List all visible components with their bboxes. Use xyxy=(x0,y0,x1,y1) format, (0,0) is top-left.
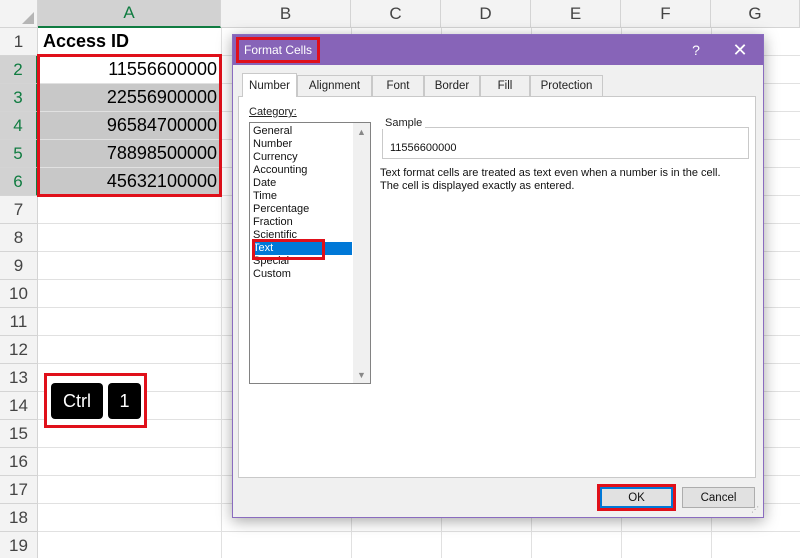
select-all-corner[interactable] xyxy=(0,0,38,28)
cell-a6[interactable]: 45632100000 xyxy=(39,168,221,195)
cancel-button[interactable]: Cancel xyxy=(682,487,755,508)
dialog-titlebar[interactable]: Format Cells ? ✕ xyxy=(233,35,763,65)
select-all-triangle-icon xyxy=(22,12,34,24)
resize-grip-icon[interactable]: ⋰ xyxy=(751,505,761,515)
category-general[interactable]: General xyxy=(252,125,352,138)
keyboard-shortcut-callout: Ctrl 1 xyxy=(44,373,147,428)
category-special[interactable]: Special xyxy=(252,255,352,268)
column-header-c[interactable]: C xyxy=(351,0,441,28)
row-header-12[interactable]: 12 xyxy=(0,336,38,364)
row-header-16[interactable]: 16 xyxy=(0,448,38,476)
chevron-down-icon[interactable]: ▼ xyxy=(353,366,370,383)
row-header-8[interactable]: 8 xyxy=(0,224,38,252)
one-key: 1 xyxy=(108,383,141,419)
category-label: Category: xyxy=(249,106,297,118)
sample-value: 11556600000 xyxy=(390,142,457,154)
column-header-a[interactable]: A xyxy=(38,0,221,28)
row-header-2[interactable]: 2 xyxy=(0,56,38,84)
ctrl-key: Ctrl xyxy=(51,383,103,419)
row-header-3[interactable]: 3 xyxy=(0,84,38,112)
row-header-14[interactable]: 14 xyxy=(0,392,38,420)
tab-alignment[interactable]: Alignment xyxy=(297,75,372,96)
category-listbox[interactable]: General Number Currency Accounting Date … xyxy=(249,122,371,384)
gridline xyxy=(38,531,800,532)
column-header-d[interactable]: D xyxy=(441,0,531,28)
tab-font[interactable]: Font xyxy=(372,75,424,96)
row-header-10[interactable]: 10 xyxy=(0,280,38,308)
cell-a5[interactable]: 78898500000 xyxy=(39,140,221,167)
row-header-5[interactable]: 5 xyxy=(0,140,38,168)
category-time[interactable]: Time xyxy=(252,190,352,203)
category-accounting[interactable]: Accounting xyxy=(252,164,352,177)
row-header-1[interactable]: 1 xyxy=(0,28,38,56)
column-header-b[interactable]: B xyxy=(221,0,351,28)
column-header-f[interactable]: F xyxy=(621,0,711,28)
column-header-e[interactable]: E xyxy=(531,0,621,28)
row-header-6[interactable]: 6 xyxy=(0,168,38,196)
category-scrollbar[interactable]: ▲ ▼ xyxy=(353,123,370,383)
cell-a1[interactable]: Access ID xyxy=(39,28,221,55)
row-header-17[interactable]: 17 xyxy=(0,476,38,504)
description-line-2: The cell is displayed exactly as entered… xyxy=(380,180,575,192)
chevron-up-icon[interactable]: ▲ xyxy=(353,123,370,140)
description-line-1: Text format cells are treated as text ev… xyxy=(380,167,721,179)
cell-a3[interactable]: 22556900000 xyxy=(39,84,221,111)
cell-a2[interactable]: 11556600000 xyxy=(39,56,221,83)
category-custom[interactable]: Custom xyxy=(252,268,352,281)
category-date[interactable]: Date xyxy=(252,177,352,190)
category-percentage[interactable]: Percentage xyxy=(252,203,352,216)
row-header-15[interactable]: 15 xyxy=(0,420,38,448)
row-header-19[interactable]: 19 xyxy=(0,532,38,558)
dialog-title: Format Cells xyxy=(236,37,321,63)
row-header-7[interactable]: 7 xyxy=(0,196,38,224)
close-icon[interactable]: ✕ xyxy=(723,35,757,65)
category-currency[interactable]: Currency xyxy=(252,151,352,164)
format-description: Text format cells are treated as text ev… xyxy=(380,167,750,193)
row-header-4[interactable]: 4 xyxy=(0,112,38,140)
category-number[interactable]: Number xyxy=(252,138,352,151)
row-header-18[interactable]: 18 xyxy=(0,504,38,532)
category-scientific[interactable]: Scientific xyxy=(252,229,352,242)
column-header-g[interactable]: G xyxy=(711,0,800,28)
tab-protection[interactable]: Protection xyxy=(530,75,603,96)
question-icon[interactable]: ? xyxy=(679,35,713,65)
number-tab-panel: Category: General Number Currency Accoun… xyxy=(238,96,756,478)
row-header-13[interactable]: 13 xyxy=(0,364,38,392)
gridline xyxy=(221,28,222,558)
tab-fill[interactable]: Fill xyxy=(480,75,530,96)
tab-number[interactable]: Number xyxy=(242,73,297,97)
row-header-9[interactable]: 9 xyxy=(0,252,38,280)
format-cells-dialog: Format Cells ? ✕ Number Alignment Font B… xyxy=(232,34,764,518)
category-text[interactable]: Text xyxy=(252,242,352,255)
row-header-11[interactable]: 11 xyxy=(0,308,38,336)
category-fraction[interactable]: Fraction xyxy=(252,216,352,229)
ok-button[interactable]: OK xyxy=(600,487,673,508)
cell-a4[interactable]: 96584700000 xyxy=(39,112,221,139)
sample-label: Sample xyxy=(382,117,426,129)
tab-border[interactable]: Border xyxy=(424,75,480,96)
